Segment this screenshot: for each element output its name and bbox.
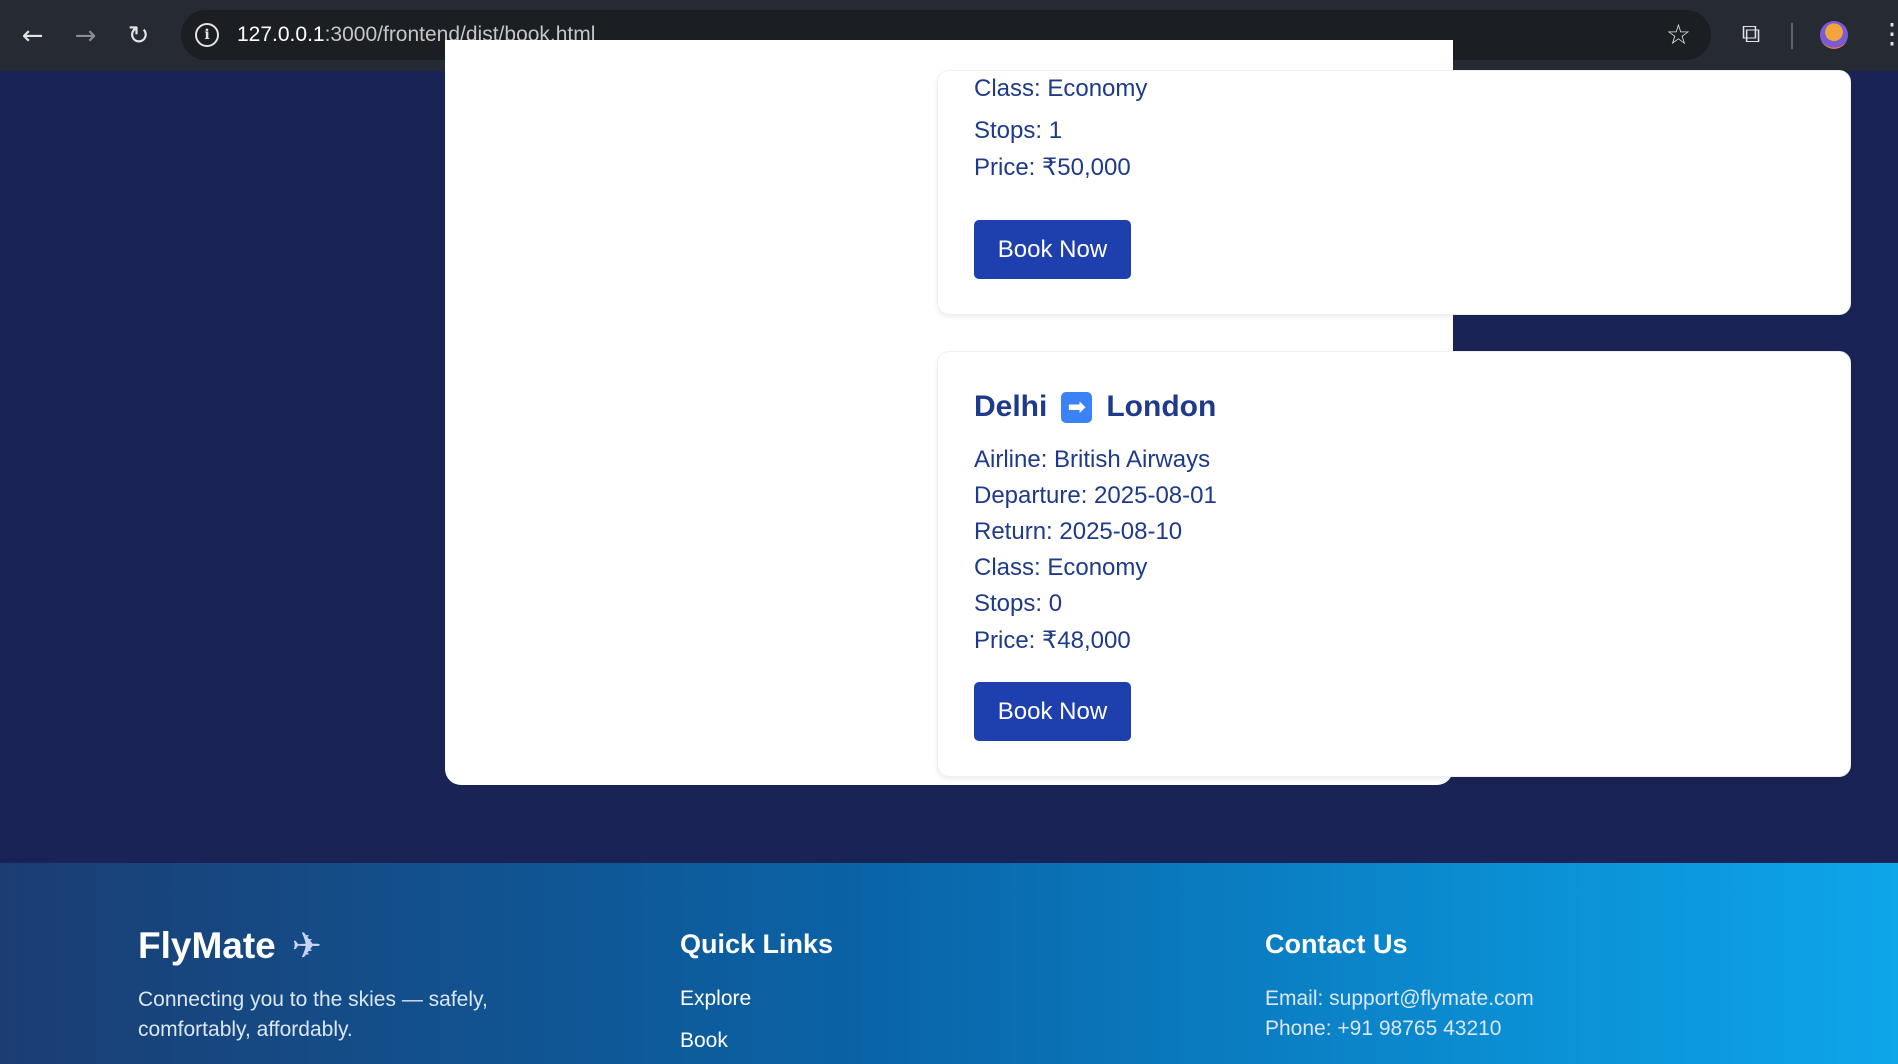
flight-class: Class: Economy bbox=[974, 554, 1148, 581]
site-footer: FlyMate ✈ Connecting you to the skies — … bbox=[0, 863, 1898, 1064]
extensions-icon[interactable]: ⧉ bbox=[1736, 19, 1766, 49]
flight-price: Price: ₹48,000 bbox=[974, 627, 1131, 654]
toolbar-divider bbox=[1791, 23, 1793, 49]
footer-tagline: Connecting you to the skies — safely, co… bbox=[138, 988, 488, 1041]
brand-name: FlyMate bbox=[138, 925, 276, 966]
star-icon[interactable]: ☆ bbox=[1666, 18, 1691, 51]
flight-price: Price: ₹50,000 bbox=[974, 154, 1131, 181]
flight-results-container: Class: Economy Stops: 1 Price: ₹50,000 B… bbox=[445, 40, 1851, 785]
forward-arrow-icon[interactable]: → bbox=[59, 9, 112, 62]
airplane-icon: ✈ bbox=[291, 925, 322, 967]
profile-icon[interactable] bbox=[1820, 21, 1848, 49]
footer-brand: FlyMate ✈ bbox=[138, 925, 322, 967]
contact-phone: Phone: +91 98765 43210 bbox=[1265, 1017, 1502, 1040]
flight-airline: Airline: British Airways bbox=[974, 446, 1211, 473]
book-now-button[interactable]: Book Now bbox=[974, 220, 1131, 279]
contact-title: Contact Us bbox=[1265, 929, 1408, 959]
flight-route: Delhi ➡ London bbox=[974, 390, 1216, 424]
reload-icon[interactable]: ↻ bbox=[112, 9, 165, 62]
right-arrow-icon: ➡ bbox=[1061, 391, 1093, 423]
back-arrow-icon[interactable]: ← bbox=[6, 9, 59, 62]
footer-link-book[interactable]: Book bbox=[680, 1029, 728, 1053]
flight-stops: Stops: 0 bbox=[974, 590, 1063, 617]
flight-return: Return: 2025-08-10 bbox=[974, 518, 1183, 545]
flight-departure: Departure: 2025-08-01 bbox=[974, 482, 1217, 509]
destination-city: London bbox=[1106, 390, 1217, 423]
flight-class: Class: Economy bbox=[974, 75, 1148, 102]
footer-link-explore[interactable]: Explore bbox=[680, 987, 751, 1011]
flight-card: Class: Economy Stops: 1 Price: ₹50,000 B… bbox=[937, 70, 1851, 315]
flight-stops: Stops: 1 bbox=[974, 117, 1063, 144]
quick-links-title: Quick Links bbox=[680, 929, 834, 959]
flight-card: Delhi ➡ London Airline: British Airways … bbox=[937, 351, 1851, 777]
info-icon[interactable]: i bbox=[195, 23, 219, 47]
menu-icon[interactable]: ⋮ bbox=[1878, 17, 1898, 51]
book-now-button[interactable]: Book Now bbox=[974, 682, 1131, 741]
contact-email: Email: support@flymate.com bbox=[1265, 987, 1534, 1010]
origin-city: Delhi bbox=[974, 390, 1048, 423]
